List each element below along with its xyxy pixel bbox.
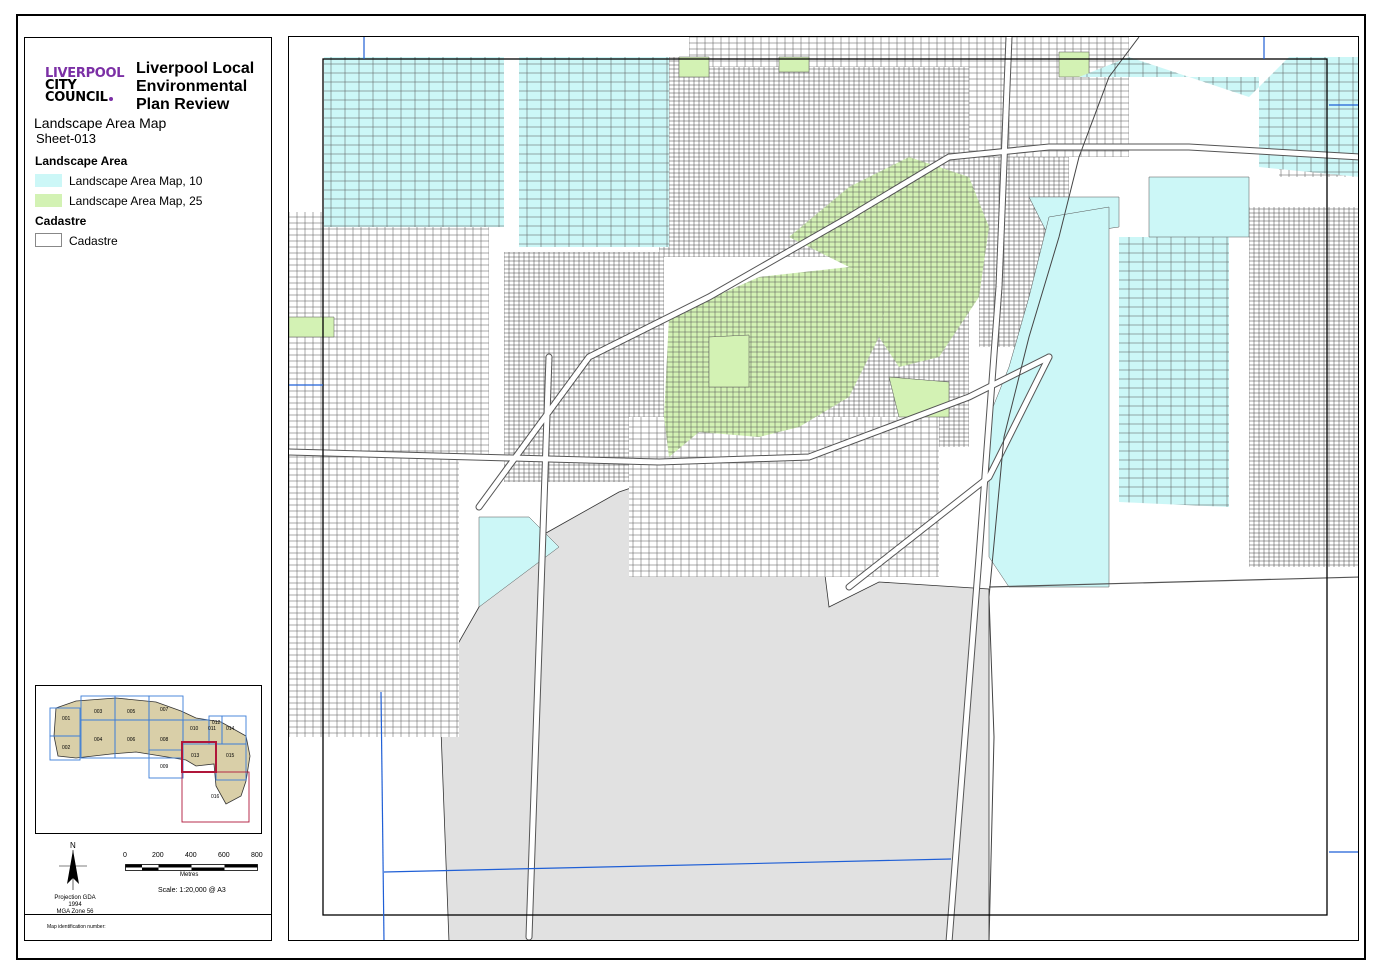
map-id-label: Map identification number: bbox=[47, 924, 106, 930]
legend-panel: LIVERPOOL CITY COUNCIL Liverpool Local E… bbox=[24, 37, 272, 941]
scale-tick-600: 600 bbox=[218, 852, 230, 859]
scale-tick-200: 200 bbox=[152, 852, 164, 859]
legend-swatch-10 bbox=[35, 174, 62, 187]
scale-text: Scale: 1:20,000 @ A3 bbox=[158, 887, 226, 894]
inset-label-007: 007 bbox=[160, 707, 169, 713]
sheet-number: Sheet-013 bbox=[36, 131, 96, 146]
inset-label-003: 003 bbox=[94, 709, 103, 715]
inset-label-012: 012 bbox=[212, 720, 221, 726]
inset-label-015: 015 bbox=[226, 753, 235, 759]
legend-label-25: Landscape Area Map, 25 bbox=[69, 194, 203, 208]
scale-unit: Metres bbox=[180, 872, 199, 878]
scale-bar bbox=[125, 864, 258, 871]
logo-line-3-text: COUNCIL bbox=[45, 90, 108, 105]
north-label: N bbox=[70, 841, 76, 850]
inset-locator-map: 001 002 003 004 005 006 007 008 009 010 … bbox=[35, 685, 262, 834]
id-divider bbox=[25, 914, 271, 915]
north-arrow: N bbox=[57, 840, 89, 897]
scale-tick-400: 400 bbox=[185, 852, 197, 859]
projection-note: Projection GDA 1994 MGA Zone 56 bbox=[47, 895, 103, 916]
inset-label-010: 010 bbox=[190, 726, 199, 732]
north-arrow-icon: N bbox=[59, 841, 87, 890]
inset-label-004: 004 bbox=[94, 737, 103, 743]
inset-label-016: 016 bbox=[211, 794, 220, 800]
legend-swatch-cadastre bbox=[35, 233, 62, 247]
council-logo: LIVERPOOL CITY COUNCIL bbox=[45, 67, 125, 105]
projection-line-1: Projection GDA 1994 bbox=[54, 895, 96, 908]
logo-line-3: COUNCIL bbox=[45, 90, 124, 105]
inset-label-009: 009 bbox=[160, 764, 169, 770]
legend-label-10: Landscape Area Map, 10 bbox=[69, 174, 203, 188]
inset-label-002: 002 bbox=[62, 745, 71, 751]
inset-label-001: 001 bbox=[62, 716, 71, 722]
legend-heading-landscape: Landscape Area bbox=[35, 154, 128, 168]
inset-label-008: 008 bbox=[160, 737, 169, 743]
legend-swatch-25 bbox=[35, 194, 62, 207]
scale-tick-800: 800 bbox=[251, 852, 263, 859]
logo-dot-icon bbox=[108, 97, 113, 101]
legend-label-cadastre: Cadastre bbox=[69, 234, 118, 248]
inset-label-006: 006 bbox=[127, 737, 136, 743]
scale-tick-0: 0 bbox=[123, 852, 127, 859]
inset-lga-shape bbox=[53, 697, 251, 805]
inset-label-013: 013 bbox=[191, 753, 200, 759]
inset-label-005: 005 bbox=[127, 709, 136, 715]
map-svg[interactable] bbox=[289, 37, 1359, 941]
map-canvas[interactable] bbox=[288, 36, 1359, 941]
inset-label-011: 011 bbox=[208, 726, 216, 732]
legend-heading-cadastre: Cadastre bbox=[35, 214, 87, 228]
map-title: Liverpool Local Environmental Plan Revie… bbox=[136, 60, 255, 113]
inset-label-014: 014 bbox=[226, 726, 235, 732]
map-subtitle: Landscape Area Map bbox=[34, 115, 167, 131]
inset-svg: 001 002 003 004 005 006 007 008 009 010 … bbox=[49, 695, 251, 823]
